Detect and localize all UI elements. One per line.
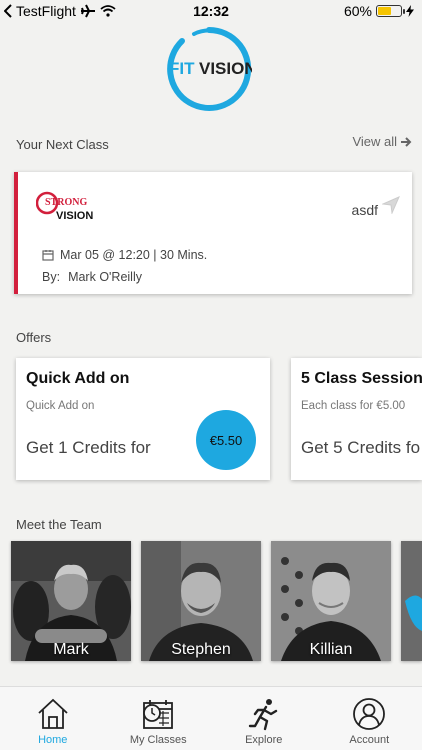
view-all-link[interactable]: View all: [352, 134, 412, 149]
offer-title: 5 Class Session: [301, 370, 422, 387]
runner-icon: [248, 699, 277, 731]
fitvision-logo: FIT VISION: [167, 26, 252, 111]
team-member-card[interactable]: Stephen: [141, 541, 261, 661]
home-icon: [38, 698, 68, 729]
class-datetime-text: Mar 05 @ 12:20 | 30 Mins.: [60, 248, 208, 262]
status-bar: TestFlight 12:32 60%: [0, 0, 422, 22]
view-all-label: View all: [352, 134, 397, 149]
tab-label: Home: [38, 734, 68, 746]
tab-explore[interactable]: Explore: [211, 687, 317, 750]
tab-label: My Classes: [129, 734, 187, 746]
strong-vision-logo: STRONG VISION: [36, 191, 93, 222]
team-member-name: Killian: [309, 641, 353, 658]
battery-icon: [376, 5, 405, 17]
class-instructor: By: Mark O'Reilly: [42, 270, 142, 284]
offer-credits: Get 5 Credits fo: [301, 438, 421, 457]
offer-title: Quick Add on: [26, 370, 130, 387]
next-class-heading: Your Next Class: [16, 137, 109, 152]
team-heading: Meet the Team: [16, 517, 102, 532]
offers-heading: Offers: [16, 330, 52, 345]
logo-vision-text: VISION: [199, 59, 252, 78]
bottom-tab-bar: Home My Classes Explore Account: [0, 686, 422, 750]
tab-label: Explore: [245, 734, 283, 746]
logo-fit-text: FIT: [169, 59, 195, 78]
arrow-right-icon: [401, 136, 412, 147]
team-member-card[interactable]: Killian: [271, 541, 391, 661]
offer-card[interactable]: Quick Add on Quick Add on Get 1 Credits …: [16, 358, 270, 480]
vision-logo-text: VISION: [56, 210, 93, 222]
team-member-photo: [401, 541, 422, 661]
team-member-card[interactable]: [401, 541, 422, 661]
tab-account[interactable]: Account: [317, 687, 422, 750]
next-class-card[interactable]: STRONG VISION asdf Mar 05 @ 12:20 | 30 M…: [14, 172, 412, 294]
offer-card[interactable]: 5 Class Session Each class for €5.00 Get…: [291, 358, 422, 480]
battery-percent: 60%: [343, 3, 372, 19]
tab-my-classes[interactable]: My Classes: [106, 687, 212, 750]
offer-credits: Get 1 Credits for: [26, 438, 151, 457]
strong-logo-text: STRONG: [45, 197, 87, 208]
team-member-name: Stephen: [171, 641, 231, 658]
battery-fill: [378, 7, 392, 15]
offer-price-button[interactable]: €5.50: [196, 410, 256, 470]
team-member-name: Mark: [53, 641, 89, 658]
calendar-clock-icon: [143, 700, 174, 729]
by-label: By:: [42, 270, 61, 284]
tab-home[interactable]: Home: [0, 687, 106, 750]
team-member-card[interactable]: Mark: [11, 541, 131, 661]
tab-label: Account: [349, 734, 390, 746]
instructor-name: Mark O'Reilly: [68, 270, 142, 284]
navigation-arrow-icon[interactable]: [382, 196, 400, 214]
class-datetime: Mar 05 @ 12:20 | 30 Mins.: [42, 248, 207, 262]
offer-subtitle: Each class for €5.00: [301, 400, 406, 412]
class-name: asdf: [351, 202, 378, 218]
charging-bolt-icon: [406, 5, 414, 17]
calendar-icon: [42, 250, 54, 261]
offer-subtitle: Quick Add on: [26, 400, 95, 412]
battery-status: 60%: [344, 3, 414, 19]
user-circle-icon: [353, 698, 386, 730]
